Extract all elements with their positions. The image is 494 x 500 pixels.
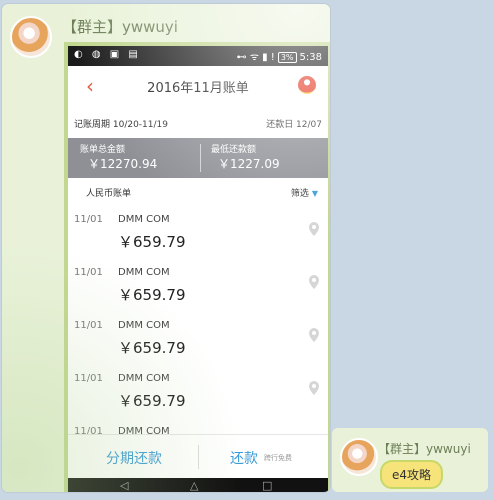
nav-recent-icon[interactable]: □ <box>262 479 272 492</box>
android-nav-bar: ◁ △ □ <box>68 478 328 492</box>
page-title: 2016年11月账单 <box>147 81 249 96</box>
repay-sub-label: 跨行免费 <box>264 454 292 462</box>
tx-date: 11/01 <box>74 320 103 331</box>
installment-button[interactable]: 分期还款 <box>106 448 162 468</box>
sender-name: 【群主】ywwuyi <box>378 442 471 456</box>
transaction-row[interactable]: 11/01 DMM COM ￥659.79 <box>68 363 328 417</box>
currency-tab[interactable]: 人民币账单 <box>86 186 131 199</box>
filter-button[interactable]: 筛选 ▼ <box>291 186 318 199</box>
notification-icons: ◐ ◍ ▣ ▤ <box>74 49 141 60</box>
summary-bar: 账单总金额 ￥12270.94 最低还款额 ￥1227.09 <box>68 138 328 178</box>
transaction-row[interactable]: 11/01 DMM COM ￥659.79 <box>68 257 328 311</box>
tx-merchant: DMM COM <box>118 267 170 278</box>
statement-period: 记账周期 10/20-11/19 <box>74 120 168 130</box>
tx-date: 11/01 <box>74 373 103 384</box>
tx-merchant: DMM COM <box>118 373 170 384</box>
tx-amount: ￥659.79 <box>118 286 186 304</box>
nav-home-icon[interactable]: △ <box>190 479 198 492</box>
tx-date: 11/01 <box>74 267 103 278</box>
transaction-row[interactable]: 11/01 DMM COM ￥659.79 <box>68 310 328 364</box>
tx-date: 11/01 <box>74 214 103 225</box>
message-text[interactable]: e4攻略 <box>380 460 444 489</box>
tx-amount: ￥659.79 <box>118 233 186 251</box>
tx-merchant: DMM COM <box>118 214 170 225</box>
logo-icon <box>298 76 316 94</box>
location-pin-icon[interactable] <box>308 222 320 236</box>
battery-icon: 3% <box>277 52 297 63</box>
status-bar: ◐ ◍ ▣ ▤ ⊷ ᯤ ▮ ! 3% 5:38 <box>68 46 328 66</box>
repay-button[interactable]: 还款 <box>230 448 258 468</box>
bottom-action-bar: 分期还款 还款 跨行免费 <box>68 434 328 479</box>
avatar[interactable] <box>10 16 52 58</box>
tx-amount: ￥659.79 <box>118 339 186 357</box>
phone-screenshot[interactable]: ◐ ◍ ▣ ▤ ⊷ ᯤ ▮ ! 3% 5:38 ‹ 2016年11月账单 记账周期 … <box>68 46 328 492</box>
divider <box>200 144 201 172</box>
tx-amount: ￥659.79 <box>118 392 186 410</box>
app-bar: ‹ 2016年11月账单 <box>68 66 328 106</box>
tx-merchant: DMM COM <box>118 320 170 331</box>
transaction-row[interactable]: 11/01 DMM COM ￥659.79 <box>68 204 328 258</box>
min-value: ￥1227.09 <box>218 157 280 171</box>
nav-back-icon[interactable]: ◁ <box>120 479 128 492</box>
status-time: 5:38 <box>299 52 322 63</box>
total-label: 账单总金额 <box>80 145 126 155</box>
divider <box>198 445 199 469</box>
filter-label: 筛选 <box>290 189 309 199</box>
currency-row: 人民币账单 筛选 ▼ <box>68 178 328 205</box>
location-pin-icon[interactable] <box>308 381 320 395</box>
total-value: ￥12270.94 <box>88 157 158 171</box>
avatar[interactable] <box>340 438 378 476</box>
due-date: 还款日 12/07 <box>266 120 322 130</box>
period-row: 记账周期 10/20-11/19 还款日 12/07 <box>68 108 328 138</box>
location-pin-icon[interactable] <box>308 275 320 289</box>
sender-name: 【群主】ywwuyi <box>62 18 178 36</box>
chat-bubble-2: 【群主】ywwuyi e4攻略 <box>332 428 488 492</box>
status-right: ⊷ ᯤ ▮ ! 3% 5:38 <box>236 52 322 63</box>
chat-bubble-1: 【群主】ywwuyi ◐ ◍ ▣ ▤ ⊷ ᯤ ▮ ! 3% 5:38 ‹ 2016年… <box>2 4 330 492</box>
filter-triangle-icon: ▼ <box>311 189 318 198</box>
min-label: 最低还款额 <box>211 145 257 155</box>
location-pin-icon[interactable] <box>308 328 320 342</box>
